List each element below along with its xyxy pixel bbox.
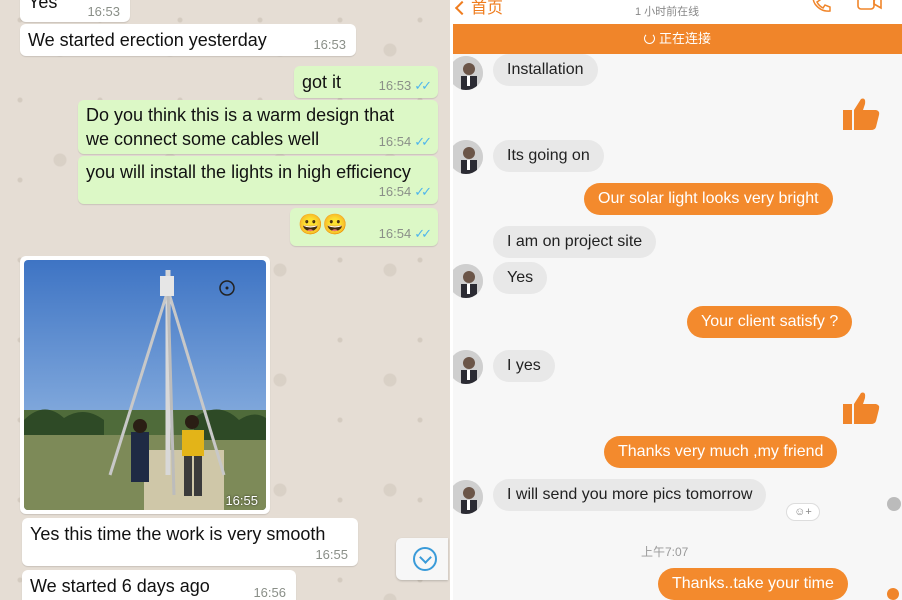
installation-photo (24, 260, 266, 510)
message-incoming[interactable]: I am on project site (493, 226, 657, 258)
message-outgoing[interactable]: Thanks very much ,my friend (604, 436, 838, 468)
message-time: 16:54 ✓✓ (378, 226, 432, 241)
message-outgoing[interactable]: Your client satisfy ? (687, 306, 853, 338)
chevron-down-icon (413, 547, 437, 571)
message-incoming[interactable]: We started erection yesterday 16:53 (20, 24, 356, 56)
video-call-icon[interactable] (857, 0, 883, 12)
connecting-banner: 正在连接 (453, 24, 902, 54)
message-time: 16:53 (313, 37, 346, 52)
whatsapp-chat-panel: Yes 16:53 We started erection yesterday … (0, 0, 450, 600)
avatar[interactable] (453, 140, 483, 174)
read-ticks-icon: ✓✓ (414, 184, 432, 199)
photo-message[interactable]: 16:55 (20, 256, 270, 514)
message-incoming[interactable]: Yes 16:53 (20, 0, 130, 22)
avatar[interactable] (453, 350, 483, 384)
phone-icon[interactable] (811, 0, 831, 12)
message-outgoing[interactable]: Thanks..take your time (658, 568, 848, 600)
message-incoming[interactable]: Yes (493, 262, 548, 294)
avatar[interactable] (453, 56, 483, 90)
message-time: 16:54 ✓✓ (378, 134, 432, 149)
back-button[interactable]: 首页 (453, 0, 503, 18)
message-time: 16:53 (87, 4, 120, 19)
message-text: Yes (28, 0, 58, 12)
message-outgoing[interactable]: 😀😀 16:54 ✓✓ (290, 208, 438, 246)
avatar (887, 497, 901, 511)
message-incoming[interactable]: I yes (493, 350, 555, 382)
message-incoming[interactable]: I will send you more pics tomorrow (493, 479, 767, 511)
thumbs-up-icon (843, 392, 880, 424)
message-outgoing[interactable]: got it 16:53 ✓✓ (294, 66, 438, 98)
message-text: you will install the lights in high effi… (86, 162, 411, 182)
message-time: 16:56 (253, 585, 286, 600)
message-text: got it (302, 72, 342, 92)
message-time: 16:53 ✓✓ (378, 78, 432, 93)
message-incoming[interactable]: Yes this time the work is very smooth 16… (22, 518, 358, 566)
message-time: 16:54 ✓✓ (378, 184, 432, 199)
read-ticks-icon: ✓✓ (414, 78, 432, 93)
chat-app-panel: 首页 1 小时前在线 正在连接 Installation Its going o… (453, 0, 902, 600)
online-status: 1 小时前在线 (635, 6, 700, 18)
avatar[interactable] (453, 264, 483, 298)
read-ticks-icon: ✓✓ (414, 134, 432, 149)
message-text: We started 6 days ago (30, 576, 210, 596)
chat-header: 首页 1 小时前在线 (453, 0, 902, 24)
message-text: Do you think this is a warm design that w… (86, 105, 395, 149)
scroll-to-bottom-button[interactable] (396, 538, 448, 580)
read-status-icon (887, 588, 899, 600)
message-text: Yes this time the work is very smooth (30, 524, 326, 544)
add-reaction-button[interactable]: ☺+ (786, 503, 820, 521)
message-incoming[interactable]: Its going on (493, 140, 604, 172)
photo-time: 16:55 (225, 493, 258, 508)
read-ticks-icon: ✓✓ (414, 226, 432, 241)
emoji-grinning-icon: 😀😀 (298, 214, 348, 236)
message-incoming[interactable]: Installation (493, 54, 598, 86)
message-outgoing[interactable]: you will install the lights in high effi… (78, 156, 438, 204)
message-outgoing[interactable]: Do you think this is a warm design that w… (78, 100, 438, 154)
message-text: We started erection yesterday (28, 30, 267, 50)
loading-spinner-icon (643, 33, 655, 44)
avatar[interactable] (453, 480, 483, 514)
thumbs-up-icon (843, 98, 880, 130)
message-incoming[interactable]: We started 6 days ago 16:56 (22, 570, 296, 600)
message-outgoing[interactable]: Our solar light looks very bright (584, 183, 833, 215)
message-time: 16:55 (315, 547, 348, 562)
time-separator: 上午7:07 (641, 545, 689, 559)
chevron-left-icon (454, 0, 470, 16)
